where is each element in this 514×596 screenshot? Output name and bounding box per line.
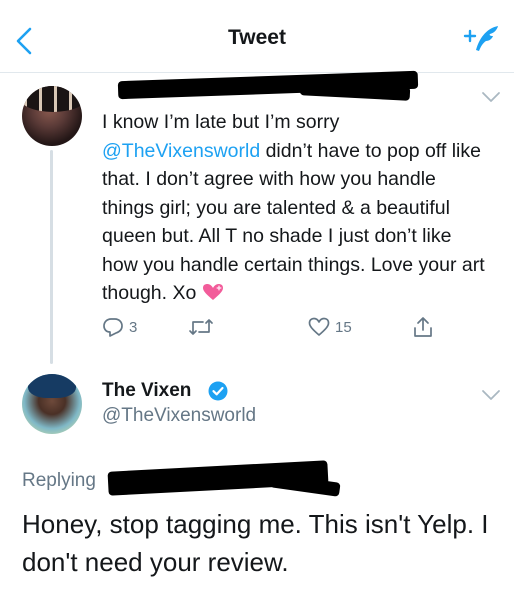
tweet-text-start: I know I’m late but I’m sorry xyxy=(102,111,340,133)
verified-badge-icon xyxy=(208,381,228,401)
the-vixen-avatar[interactable] xyxy=(22,374,82,434)
user-avatar[interactable] xyxy=(22,86,82,146)
chevron-down-icon[interactable] xyxy=(481,90,501,104)
chevron-down-icon[interactable] xyxy=(481,388,501,402)
nav-bar: Tweet xyxy=(0,0,514,73)
thread-line xyxy=(50,150,53,364)
replying-to-label: Replying xyxy=(22,470,96,491)
reply-icon xyxy=(103,318,123,337)
like-count: 15 xyxy=(335,318,352,336)
mention-link[interactable]: @TheVixensworld xyxy=(102,140,260,162)
retweet-button[interactable] xyxy=(188,316,214,338)
share-button[interactable] xyxy=(412,316,434,338)
reply-count: 3 xyxy=(129,318,138,336)
tweet-text-end: didn’t have to pop off like that. I don’… xyxy=(102,139,485,305)
share-icon xyxy=(414,317,432,337)
display-name[interactable]: The Vixen xyxy=(102,380,191,402)
reply-button[interactable]: 3 xyxy=(102,316,137,338)
heart-icon xyxy=(308,317,330,336)
compose-tweet-icon[interactable] xyxy=(462,24,500,56)
retweet-icon xyxy=(189,319,213,335)
user-handle[interactable]: @TheVixensworld xyxy=(102,405,256,427)
sparkling-heart-emoji xyxy=(202,284,223,300)
tweet-text: I know I’m late but I’m sorry @TheVixens… xyxy=(102,108,492,308)
reply-text: Honey, stop tagging me. This isn't Yelp.… xyxy=(22,509,489,577)
like-button[interactable]: 15 xyxy=(308,316,352,338)
page-title: Tweet xyxy=(228,26,286,49)
